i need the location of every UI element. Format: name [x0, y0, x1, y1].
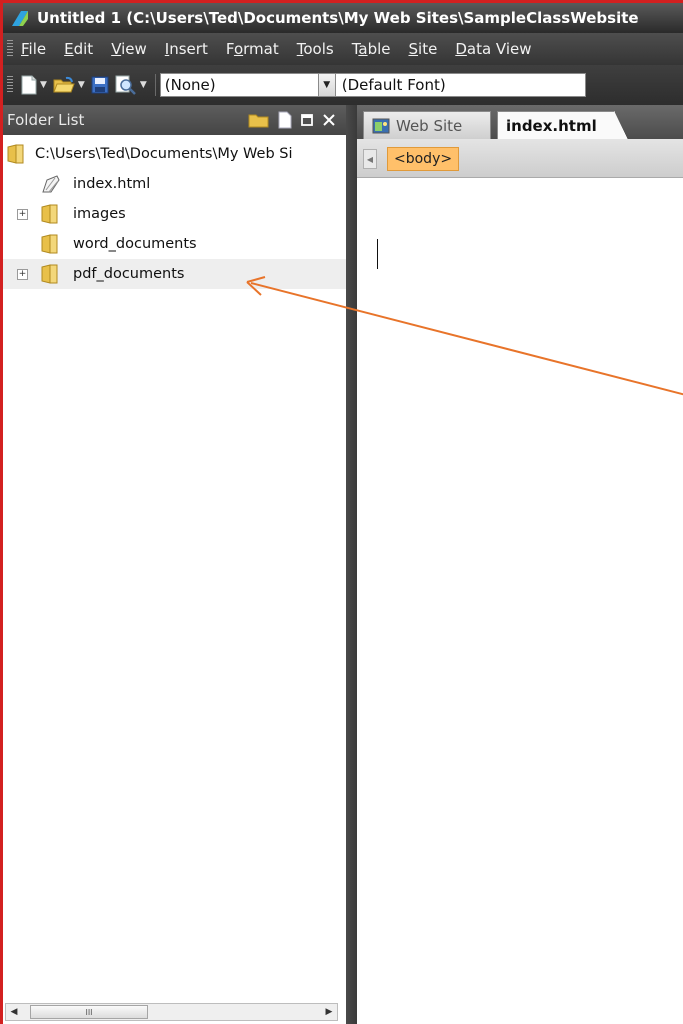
tree-item-index-html[interactable]: index.html	[3, 169, 346, 199]
tree-item-label: word_documents	[73, 236, 197, 252]
maximize-icon[interactable]	[300, 113, 314, 127]
new-page-icon	[21, 75, 37, 95]
folder-icon	[7, 144, 24, 164]
new-page-icon[interactable]	[278, 111, 292, 129]
tree-root[interactable]: C:\Users\Ted\Documents\My Web Si	[3, 139, 346, 169]
html-page-icon	[42, 175, 60, 193]
tree-item-label: pdf_documents	[73, 266, 185, 282]
text-cursor	[377, 239, 378, 269]
dropdown-arrow-icon[interactable]: ▼	[78, 80, 85, 90]
folder-icon	[41, 204, 58, 224]
tree-item-images[interactable]: + images	[3, 199, 346, 229]
tree-item-label: images	[73, 206, 126, 222]
folder-list-title: Folder List	[7, 111, 85, 129]
body-tag-button[interactable]: <body>	[387, 147, 460, 171]
scroll-right-icon[interactable]: ▶	[321, 1007, 337, 1017]
open-button[interactable]: ▼	[53, 76, 85, 94]
menu-site[interactable]: Site	[409, 40, 438, 58]
folder-icon	[41, 264, 58, 284]
menu-file[interactable]: File	[21, 40, 46, 58]
preview-button[interactable]: ▼	[115, 75, 147, 95]
expand-plus-icon[interactable]: +	[17, 268, 28, 280]
tree-item-word-documents[interactable]: word_documents	[3, 229, 346, 259]
menu-tools[interactable]: Tools	[297, 40, 334, 58]
tree-item-label: index.html	[73, 176, 151, 192]
scroll-left-icon[interactable]: ◀	[6, 1007, 22, 1017]
tab-label: Web Site	[396, 116, 463, 135]
close-icon[interactable]	[322, 113, 336, 127]
title-bar: Untitled 1 (C:\Users\Ted\Documents\My We…	[3, 3, 683, 33]
menu-insert[interactable]: Insert	[165, 40, 208, 58]
menu-grip[interactable]	[7, 40, 13, 58]
app-icon	[12, 11, 28, 26]
toolbar-separator	[154, 74, 156, 96]
folder-list-header: Folder List	[3, 105, 346, 135]
dropdown-arrow-icon[interactable]: ▼	[40, 80, 47, 90]
folder-list-panel: Folder List C:\Users\Ted\Documents\My We…	[3, 105, 347, 1024]
folder-tree: C:\Users\Ted\Documents\My Web Si index.h…	[3, 139, 346, 289]
toolbar: ▼ ▼ ▼ (None) ▼ (Default Font)	[3, 65, 683, 105]
save-disk-icon	[91, 76, 109, 94]
tree-item-pdf-documents[interactable]: + pdf_documents	[3, 259, 346, 289]
menu-view[interactable]: View	[111, 40, 147, 58]
menu-data-view[interactable]: Data View	[455, 40, 531, 58]
expand-plus-icon[interactable]: +	[17, 208, 28, 220]
preview-magnifier-icon	[115, 75, 136, 95]
style-combo-value: (None)	[164, 76, 216, 94]
open-folder-icon	[53, 76, 75, 93]
folder-icon	[41, 234, 58, 254]
editor-area: Web Site index.html ◀ <body>	[357, 105, 683, 1024]
scroll-left-icon[interactable]: ◀	[363, 149, 377, 169]
quick-tag-selector-bar: ◀ <body>	[357, 139, 683, 178]
panel-splitter[interactable]	[346, 105, 357, 1024]
chevron-down-icon[interactable]: ▼	[317, 74, 335, 96]
new-folder-icon[interactable]	[248, 112, 270, 128]
menu-edit[interactable]: Edit	[64, 40, 93, 58]
font-combo[interactable]: (Default Font)	[335, 73, 586, 97]
menu-bar: File Edit View Insert Format Tools Table…	[3, 33, 683, 65]
toolbar-grip[interactable]	[7, 76, 13, 94]
web-site-icon	[372, 118, 390, 133]
menu-format[interactable]: Format	[226, 40, 279, 58]
window-title: Untitled 1 (C:\Users\Ted\Documents\My We…	[37, 9, 639, 27]
save-button[interactable]	[91, 76, 109, 94]
scrollbar-thumb[interactable]: III	[30, 1005, 148, 1019]
app-window: Untitled 1 (C:\Users\Ted\Documents\My We…	[0, 0, 683, 1024]
new-page-button[interactable]: ▼	[21, 75, 47, 95]
font-combo-value: (Default Font)	[341, 76, 446, 94]
tab-label: index.html	[506, 116, 597, 135]
tree-root-label: C:\Users\Ted\Documents\My Web Si	[35, 146, 293, 162]
menu-table[interactable]: Table	[352, 40, 391, 58]
style-combo[interactable]: (None) ▼	[159, 73, 336, 97]
dropdown-arrow-icon[interactable]: ▼	[140, 80, 147, 90]
horizontal-scrollbar[interactable]: ◀ III ▶	[5, 1003, 338, 1021]
tab-index-html[interactable]: index.html	[497, 111, 628, 140]
tab-web-site[interactable]: Web Site	[363, 111, 491, 139]
document-tabstrip: Web Site index.html	[357, 105, 683, 140]
